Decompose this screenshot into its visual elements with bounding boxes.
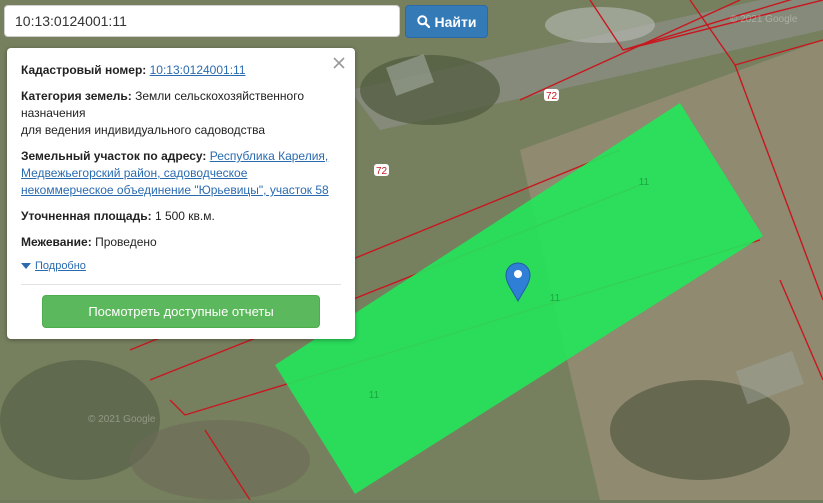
tree-cluster (130, 420, 310, 500)
address-link[interactable]: Медвежьегорский район, садоводческое (21, 166, 247, 180)
cadastral-number-link[interactable]: 10:13:0124001:11 (150, 63, 246, 77)
parcel-info-popup: Кадастровый номер: 10:13:0124001:11 Кате… (7, 48, 355, 339)
details-toggle[interactable]: Подробно (21, 260, 341, 272)
parcel-label-11b: 11 (550, 293, 561, 304)
survey-value: Проведено (95, 235, 157, 249)
map-watermark: © 2021 Google (730, 14, 798, 25)
search-icon (416, 15, 430, 28)
map-watermark: © 2021 Google (88, 414, 156, 425)
area-label: Уточненная площадь: (21, 209, 152, 223)
marker-dot (514, 270, 522, 278)
area-value: 1 500 кв.м. (154, 209, 215, 223)
svg-text:72: 72 (546, 91, 558, 102)
parcel-label-72b: 72 (374, 164, 389, 177)
land-category-label: Категория земель: (21, 89, 132, 103)
cadastral-number-label: Кадастровый номер: (21, 63, 147, 77)
search-button-label: Найти (434, 13, 477, 30)
search-button[interactable]: Найти (405, 5, 488, 38)
search-input[interactable] (4, 5, 400, 37)
area-row: Уточненная площадь: 1 500 кв.м. (21, 208, 341, 225)
building-roof (545, 7, 655, 43)
parcel-label-11a: 11 (639, 177, 650, 188)
address-link[interactable]: Республика Карелия, (210, 149, 329, 163)
survey-row: Межевание: Проведено (21, 234, 341, 251)
cadastral-number-row: Кадастровый номер: 10:13:0124001:11 (21, 62, 341, 79)
address-link[interactable]: некоммерческое объединение "Юрьевицы", у… (21, 183, 329, 197)
address-row: Земельный участок по адресу: Республика … (21, 148, 341, 199)
tree-cluster (360, 55, 500, 125)
parcel-label-72a: 72 (544, 89, 559, 102)
details-link[interactable]: Подробно (35, 260, 86, 272)
svg-text:72: 72 (376, 166, 388, 177)
land-category-value: Земли сельскохозяйственного (135, 89, 305, 103)
divider (21, 284, 341, 285)
survey-label: Межевание: (21, 235, 92, 249)
land-category-value: назначения (21, 106, 86, 120)
view-reports-button[interactable]: Посмотреть доступные отчеты (42, 295, 320, 328)
close-icon[interactable] (332, 56, 346, 70)
address-label: Земельный участок по адресу: (21, 149, 207, 163)
parcel-label-11c: 11 (369, 390, 380, 401)
caret-down-icon (21, 262, 31, 269)
land-use-value: для ведения индивидуального садоводства (21, 123, 266, 137)
land-category-row: Категория земель: Земли сельскохозяйстве… (21, 88, 341, 139)
